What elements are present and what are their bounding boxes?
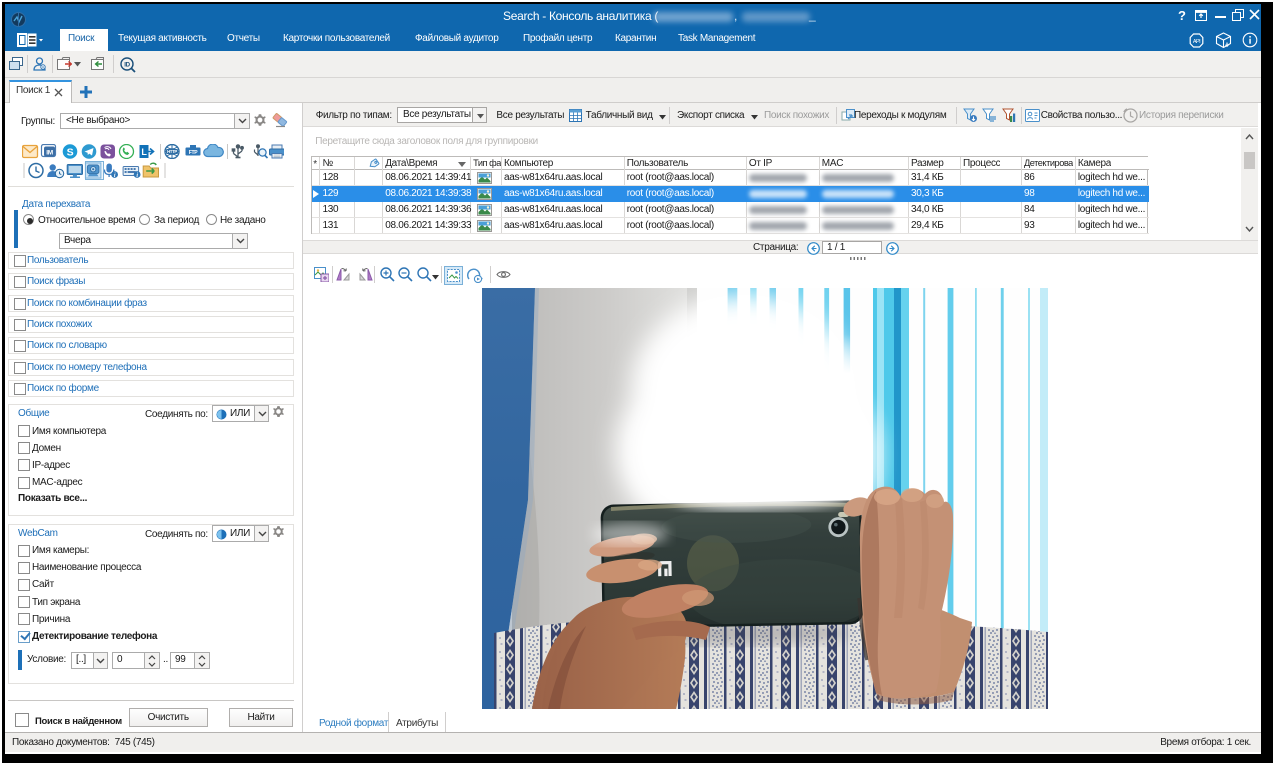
svg-text:API: API bbox=[1193, 39, 1201, 45]
svg-text:S: S bbox=[67, 146, 74, 158]
svg-text:FTP: FTP bbox=[189, 150, 199, 156]
svg-text:ID: ID bbox=[124, 61, 130, 68]
svg-text:L: L bbox=[141, 147, 147, 157]
svg-text:IM: IM bbox=[46, 150, 53, 157]
svg-text:HTTP: HTTP bbox=[167, 149, 177, 154]
